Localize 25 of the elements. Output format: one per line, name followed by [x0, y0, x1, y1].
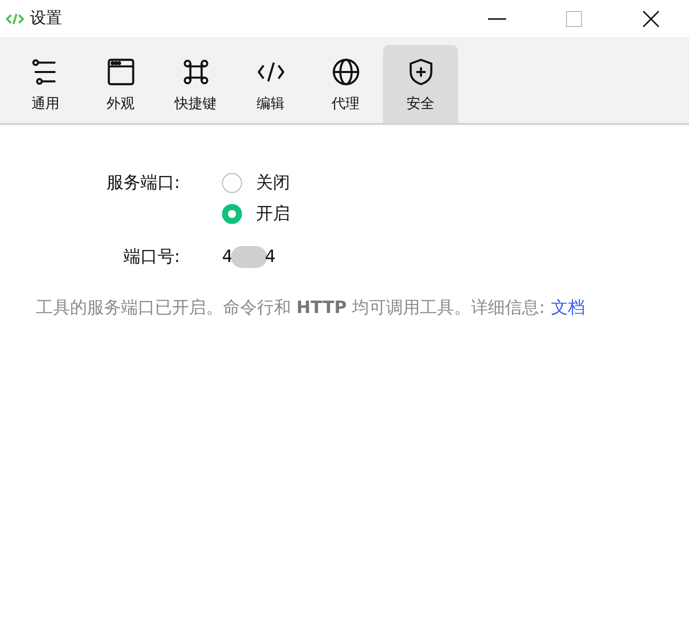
- settings-tab[interactable]: 外观: [83, 45, 158, 123]
- docs-link[interactable]: 文档: [550, 298, 585, 318]
- settings-tab[interactable]: 通用: [8, 45, 83, 123]
- radio-button[interactable]: [222, 172, 242, 192]
- option-label: 开启: [256, 203, 290, 225]
- command-icon: [180, 57, 210, 87]
- port-value: 4: [222, 246, 233, 266]
- settings-tab[interactable]: 安全: [383, 45, 458, 123]
- close-icon: [642, 10, 658, 26]
- field-label: 端口号:: [122, 246, 180, 268]
- info-text: 工具的服务端口已开启。命令行和 HTTP 均可调用工具。详细信息:: [36, 298, 545, 318]
- window-icon: [106, 57, 136, 87]
- code-logo-icon: [6, 12, 24, 26]
- settings-tab[interactable]: 编辑: [233, 45, 308, 123]
- redaction-blur: [230, 246, 267, 268]
- radio-button[interactable]: [222, 204, 242, 224]
- settings-tab[interactable]: 快捷键: [158, 45, 233, 123]
- minimize-icon: [488, 18, 506, 20]
- globe-icon: [330, 57, 360, 87]
- settings-tab[interactable]: 代理: [308, 45, 383, 123]
- maximize-icon: [566, 10, 582, 26]
- option-label: 关闭: [256, 172, 290, 194]
- window-title: 设置: [30, 8, 63, 29]
- port-value: 4: [264, 246, 276, 266]
- field-label: 服务端口:: [105, 172, 180, 195]
